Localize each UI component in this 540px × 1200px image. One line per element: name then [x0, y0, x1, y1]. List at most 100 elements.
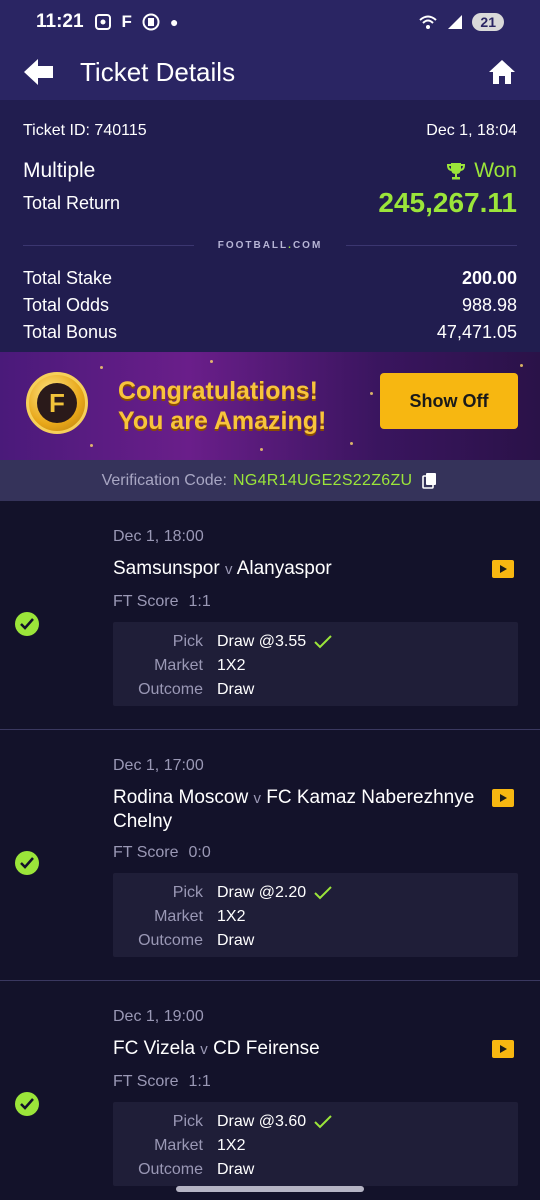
total-return-label: Total Return — [23, 192, 121, 213]
match-item[interactable]: Dec 1, 18:00 Samsunspor v Alanyaspor FT … — [0, 501, 540, 730]
ft-score-value: 1:1 — [188, 593, 211, 610]
won-check-icon — [15, 612, 39, 636]
page-title: Ticket Details — [80, 56, 236, 87]
app-notification-icon: F — [121, 12, 132, 31]
home-team: Samsunspor — [113, 558, 220, 579]
pick-details: Pick Draw @3.60 Market 1X2 Outcome Draw — [113, 1102, 518, 1186]
won-check-icon — [15, 1092, 39, 1116]
congrats-line-2: You are Amazing! — [118, 407, 327, 435]
ft-score-value: 1:1 — [188, 1073, 211, 1090]
back-arrow-icon[interactable] — [24, 58, 54, 86]
verification-bar: Verification Code: NG4R14UGE2S22Z6ZU — [0, 460, 540, 501]
match-item[interactable]: Dec 1, 17:00 Rodina Moscow v FC Kamaz Na… — [0, 730, 540, 981]
correct-pick-check-icon — [314, 886, 332, 900]
versus-label: v — [253, 790, 261, 807]
pick-details: Pick Draw @2.20 Market 1X2 Outcome Draw — [113, 873, 518, 957]
ticket-status: Won — [446, 159, 517, 183]
market-label: Market — [154, 657, 203, 674]
ft-score-value: 0:0 — [188, 844, 211, 861]
gesture-nav-handle[interactable] — [176, 1186, 364, 1192]
congratulations-banner: F Congratulations! You are Amazing! Show… — [0, 352, 540, 460]
status-bar: 11:21 F ● 21 — [0, 0, 540, 44]
home-icon[interactable] — [488, 59, 516, 85]
home-team: Rodina Moscow — [113, 787, 249, 808]
ft-score-label: FT Score — [113, 1073, 179, 1090]
congratulations-text: Congratulations! You are Amazing! — [118, 376, 358, 436]
scan-icon — [94, 14, 111, 30]
ticket-type: Multiple — [23, 159, 96, 182]
ticket-summary: Ticket ID: 740115 Dec 1, 18:04 Multiple … — [0, 100, 540, 352]
ticket-id: Ticket ID: 740115 — [23, 122, 147, 139]
pick-details: Pick Draw @3.55 Market 1X2 Outcome Draw — [113, 622, 518, 706]
versus-label: v — [200, 1041, 208, 1058]
outcome-value: Draw — [217, 1161, 255, 1178]
away-team: Alanyaspor — [236, 558, 332, 579]
wifi-icon — [419, 15, 438, 29]
total-stake-label: Total Stake — [23, 268, 113, 288]
total-odds-row: Total Odds 988.98 — [23, 292, 517, 319]
correct-pick-check-icon — [314, 1115, 332, 1129]
market-value: 1X2 — [217, 657, 246, 674]
total-bonus-value: 47,471.05 — [436, 322, 517, 342]
ft-score: FT Score 1:1 — [113, 1073, 211, 1091]
versus-label: v — [224, 561, 233, 578]
ft-score: FT Score 1:1 — [113, 593, 211, 611]
dot-icon: ● — [169, 14, 179, 30]
congrats-line-1: Congratulations! — [118, 377, 318, 405]
market-value: 1X2 — [217, 1137, 246, 1154]
live-stream-icon[interactable] — [492, 789, 514, 807]
copy-icon[interactable] — [422, 472, 438, 490]
battery-indicator: 21 — [472, 13, 504, 31]
verification-label: Verification Code: — [101, 471, 227, 489]
market-label: Market — [154, 1137, 203, 1154]
total-stake-row: Total Stake 200.00 — [23, 265, 517, 292]
pick-value: Draw @2.20 — [217, 884, 307, 901]
app-bar: Ticket Details — [0, 44, 540, 100]
ticket-datetime: Dec 1, 18:04 — [426, 122, 517, 139]
total-odds-label: Total Odds — [23, 295, 110, 315]
pick-label: Pick — [172, 633, 203, 650]
home-team: FC Vizela — [113, 1038, 196, 1059]
outcome-value: Draw — [217, 932, 255, 949]
ft-score-label: FT Score — [113, 844, 179, 861]
match-teams: Rodina Moscow v FC Kamaz Naberezhnye Che… — [113, 786, 483, 833]
match-date: Dec 1, 18:00 — [113, 528, 204, 545]
outcome-label: Outcome — [138, 681, 203, 698]
pick-label: Pick — [172, 884, 203, 901]
won-check-icon — [15, 851, 39, 875]
pick-label: Pick — [172, 1113, 203, 1130]
match-date: Dec 1, 17:00 — [113, 757, 204, 774]
live-stream-icon[interactable] — [492, 1040, 514, 1058]
show-off-button[interactable]: Show Off — [380, 373, 518, 429]
outcome-label: Outcome — [138, 932, 203, 949]
correct-pick-check-icon — [314, 635, 332, 649]
trophy-icon — [447, 163, 466, 180]
market-value: 1X2 — [217, 908, 246, 925]
total-stake-value: 200.00 — [461, 268, 517, 288]
total-bonus-row: Total Bonus 47,471.05 — [23, 319, 517, 346]
match-item[interactable]: Dec 1, 19:00 FC Vizela v CD Feirense FT … — [0, 981, 540, 1200]
brand-logo: FOOTBALL.COM — [217, 240, 323, 251]
match-date: Dec 1, 19:00 — [113, 1008, 204, 1025]
status-time: 11:21 — [36, 11, 84, 32]
market-label: Market — [154, 908, 203, 925]
outcome-label: Outcome — [138, 1161, 203, 1178]
match-list: Dec 1, 18:00 Samsunspor v Alanyaspor FT … — [0, 501, 540, 1200]
ft-score: FT Score 0:0 — [113, 844, 211, 862]
match-teams: FC Vizela v CD Feirense — [113, 1037, 483, 1061]
status-won-label: Won — [474, 159, 517, 182]
match-teams: Samsunspor v Alanyaspor — [113, 557, 483, 581]
total-odds-value: 988.98 — [461, 295, 517, 315]
total-return-value: 245,267.11 — [378, 187, 517, 218]
ft-score-label: FT Score — [113, 593, 179, 610]
away-team: CD Feirense — [213, 1038, 320, 1059]
outcome-value: Draw — [217, 681, 255, 698]
pick-value: Draw @3.60 — [217, 1113, 307, 1130]
pick-value: Draw @3.55 — [217, 633, 307, 650]
verification-code: NG4R14UGE2S22Z6ZU — [233, 471, 413, 489]
coin-logo-icon: F — [26, 372, 88, 434]
notification-icon — [142, 13, 160, 31]
cellular-signal-icon — [448, 15, 463, 29]
brand-divider: FOOTBALL.COM — [23, 240, 517, 251]
live-stream-icon[interactable] — [492, 560, 514, 578]
